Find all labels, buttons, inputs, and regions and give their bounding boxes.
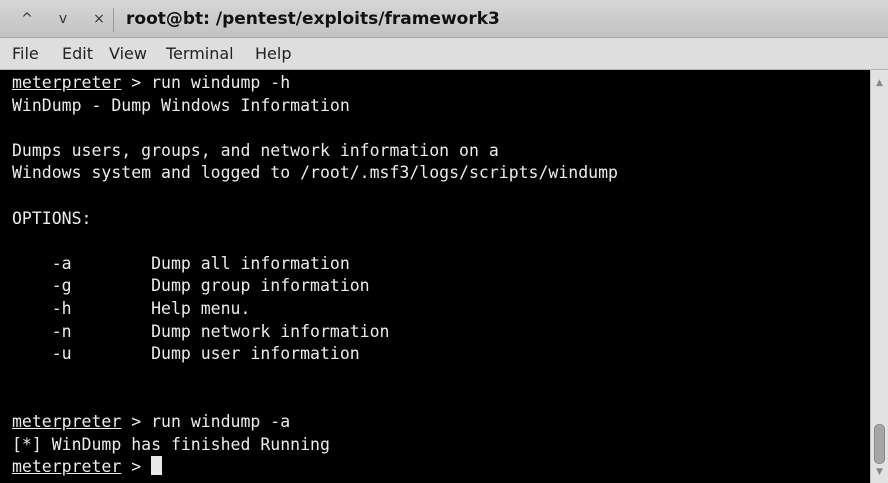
terminal-line: meterpreter > run windump -a [12, 410, 290, 433]
line-text: WinDump - Dump Windows Information [12, 95, 350, 115]
terminal-line: meterpreter > run windump -h [12, 71, 290, 94]
line-text: Windows system and logged to /root/.msf3… [12, 163, 618, 183]
line-text: -h Help menu. [12, 299, 251, 318]
scroll-up-arrow-icon[interactable]: ▲ [871, 76, 888, 90]
menu-file[interactable]: File [12, 43, 39, 65]
scroll-down-arrow-icon[interactable]: ▼ [871, 465, 888, 479]
line-text: OPTIONS: [12, 208, 92, 228]
menu-bar: File Edit View Terminal Help [0, 38, 888, 70]
meterpreter-prompt: meterpreter [12, 412, 122, 431]
text-cursor [151, 456, 163, 476]
terminal-line: [*] WinDump has finished Running [12, 433, 330, 456]
line-text: > run windump -a [121, 412, 291, 431]
line-text: -u Dump user information [12, 344, 360, 364]
title-separator [113, 8, 114, 32]
terminal-line: OPTIONS: [12, 207, 91, 230]
meterpreter-prompt: meterpreter [12, 73, 122, 92]
title-bar: ^ v × root@bt: /pentest/exploits/framewo… [0, 0, 888, 38]
scrollbar-thumb[interactable] [874, 424, 885, 464]
line-text: [*] WinDump has finished Running [12, 434, 330, 454]
window-title: root@bt: /pentest/exploits/framework3 [126, 9, 500, 29]
menu-edit[interactable]: Edit [62, 43, 93, 65]
terminal-line: -u Dump user information [12, 342, 360, 365]
line-text: -a Dump all information [12, 253, 350, 273]
terminal-output[interactable]: meterpreter > run windump -h WinDump - Du… [0, 70, 870, 483]
meterpreter-prompt: meterpreter [12, 457, 122, 477]
menu-terminal[interactable]: Terminal [166, 43, 234, 65]
terminal-line: -h Help menu. [12, 297, 251, 320]
vertical-scrollbar[interactable]: ▲ ▼ [870, 70, 888, 483]
line-text: Dumps users, groups, and network informa… [12, 140, 499, 160]
chevron-up-icon[interactable]: ^ [16, 8, 38, 30]
close-icon[interactable]: × [88, 8, 110, 30]
terminal-line: WinDump - Dump Windows Information [12, 94, 350, 117]
terminal-line: -g Dump group information [12, 274, 370, 297]
menu-help[interactable]: Help [255, 43, 291, 65]
terminal-line: Dumps users, groups, and network informa… [12, 139, 499, 162]
menu-view[interactable]: View [109, 43, 147, 65]
line-text: -g Dump group information [12, 276, 370, 296]
terminal-line: Windows system and logged to /root/.msf3… [12, 161, 618, 184]
terminal-line: -a Dump all information [12, 252, 350, 275]
terminal-line: -n Dump network information [12, 320, 390, 343]
chevron-down-icon[interactable]: v [52, 8, 74, 30]
terminal-line: meterpreter > [12, 455, 163, 478]
line-text: > [121, 457, 152, 477]
line-text: > run windump -h [121, 73, 291, 92]
line-text: -n Dump network information [12, 321, 390, 341]
